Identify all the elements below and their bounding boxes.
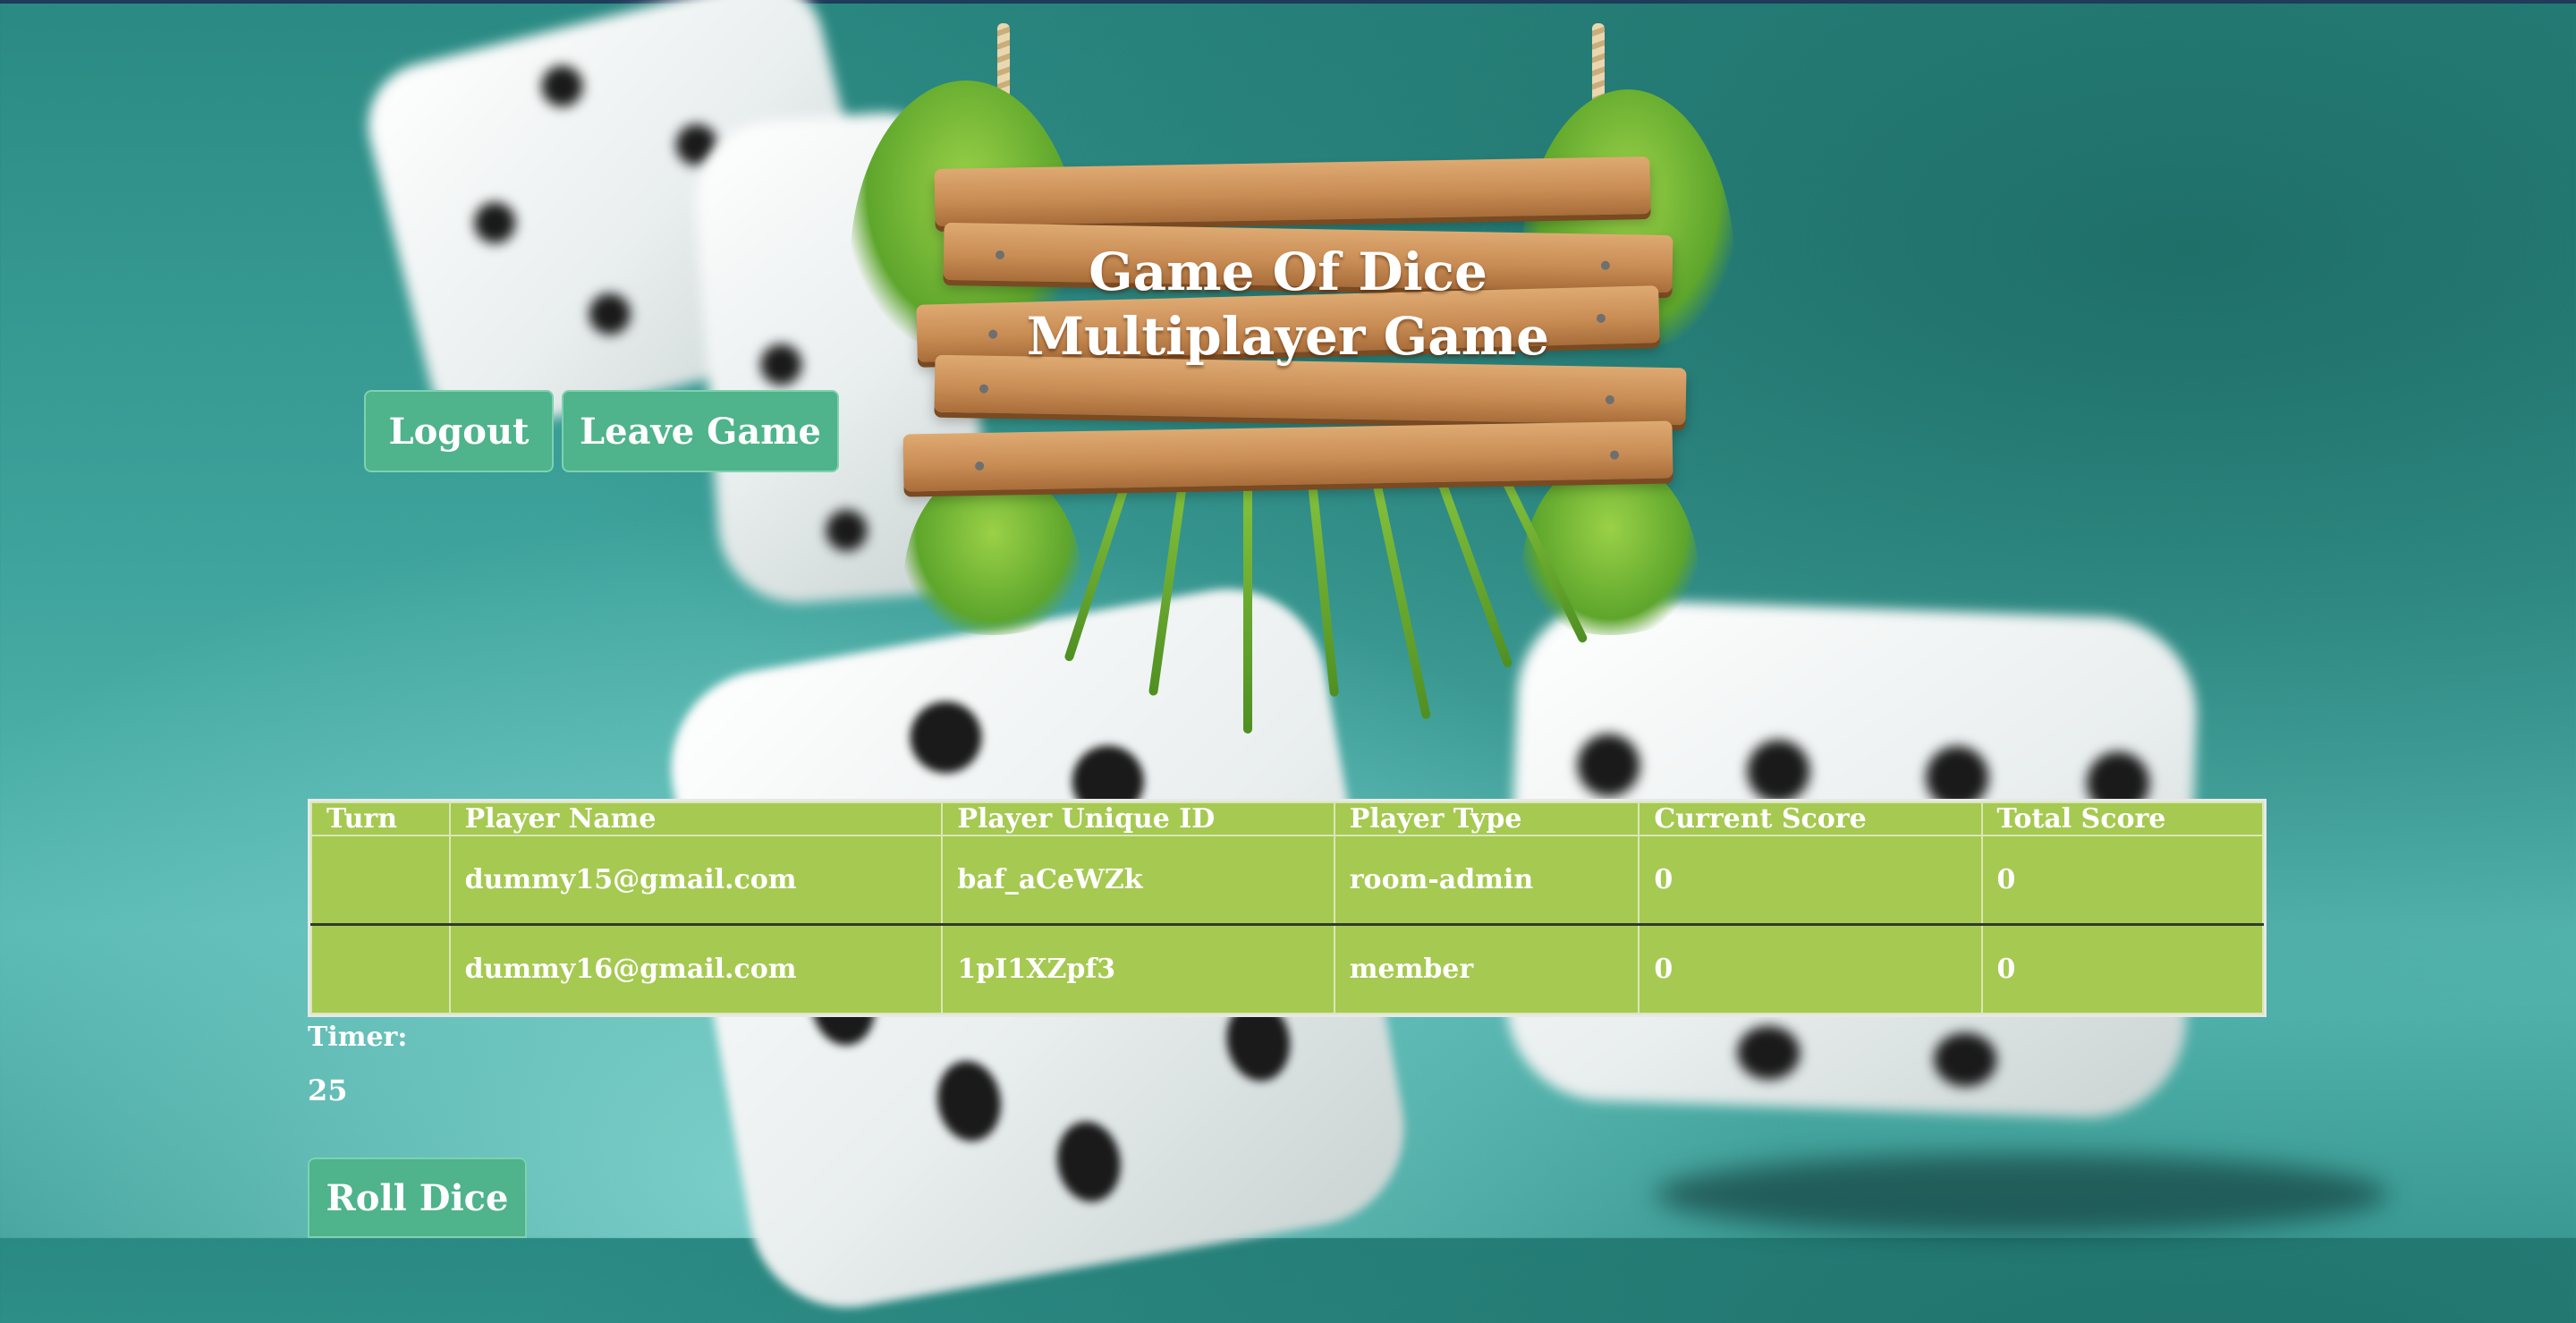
cell-total-score: 0 [1980,923,2264,1014]
cell-total-score: 0 [1980,835,2264,926]
column-header-player-type: Player Type [1333,801,1640,836]
column-header-total-score: Total Score [1980,801,2264,836]
timer-label: Timer: [308,1022,408,1053]
cell-turn [310,923,451,1014]
table-header-row: Turn Player Name Player Unique ID Player… [310,801,2264,836]
page-title: Game Of Dice Multiplayer Game [966,240,1610,369]
leaves-bottom-right [1521,456,1699,635]
players-table: Turn Player Name Player Unique ID Player… [308,799,2267,1017]
cell-player-unique-id: 1pI1XZpf3 [941,923,1335,1014]
table-row: dummy16@gmail.com 1pI1XZpf3 member 0 0 [310,923,2264,1014]
top-border [0,0,2576,4]
roll-dice-button[interactable]: Roll Dice [308,1158,527,1238]
cell-player-type: room-admin [1333,835,1640,926]
title-line-2: Multiplayer Game [1026,306,1550,367]
leave-game-button[interactable]: Leave Game [562,390,839,472]
column-header-player-name: Player Name [448,801,944,836]
cell-player-unique-id: baf_aCeWZk [941,835,1335,926]
timer-value: 25 [308,1073,348,1107]
table-row: dummy15@gmail.com baf_aCeWZk room-admin … [310,835,2264,926]
logout-button[interactable]: Logout [364,390,554,472]
cell-current-score: 0 [1638,923,1983,1014]
die-shadow [1655,1154,2388,1234]
title-line-1: Game Of Dice [1089,242,1487,302]
cell-current-score: 0 [1638,835,1983,926]
column-header-player-unique-id: Player Unique ID [941,801,1335,836]
cell-player-name: dummy16@gmail.com [448,923,944,1014]
cell-turn [310,835,451,926]
column-header-current-score: Current Score [1638,801,1983,836]
cell-player-name: dummy15@gmail.com [448,835,944,926]
cell-player-type: member [1333,923,1640,1014]
column-header-turn: Turn [310,801,451,836]
